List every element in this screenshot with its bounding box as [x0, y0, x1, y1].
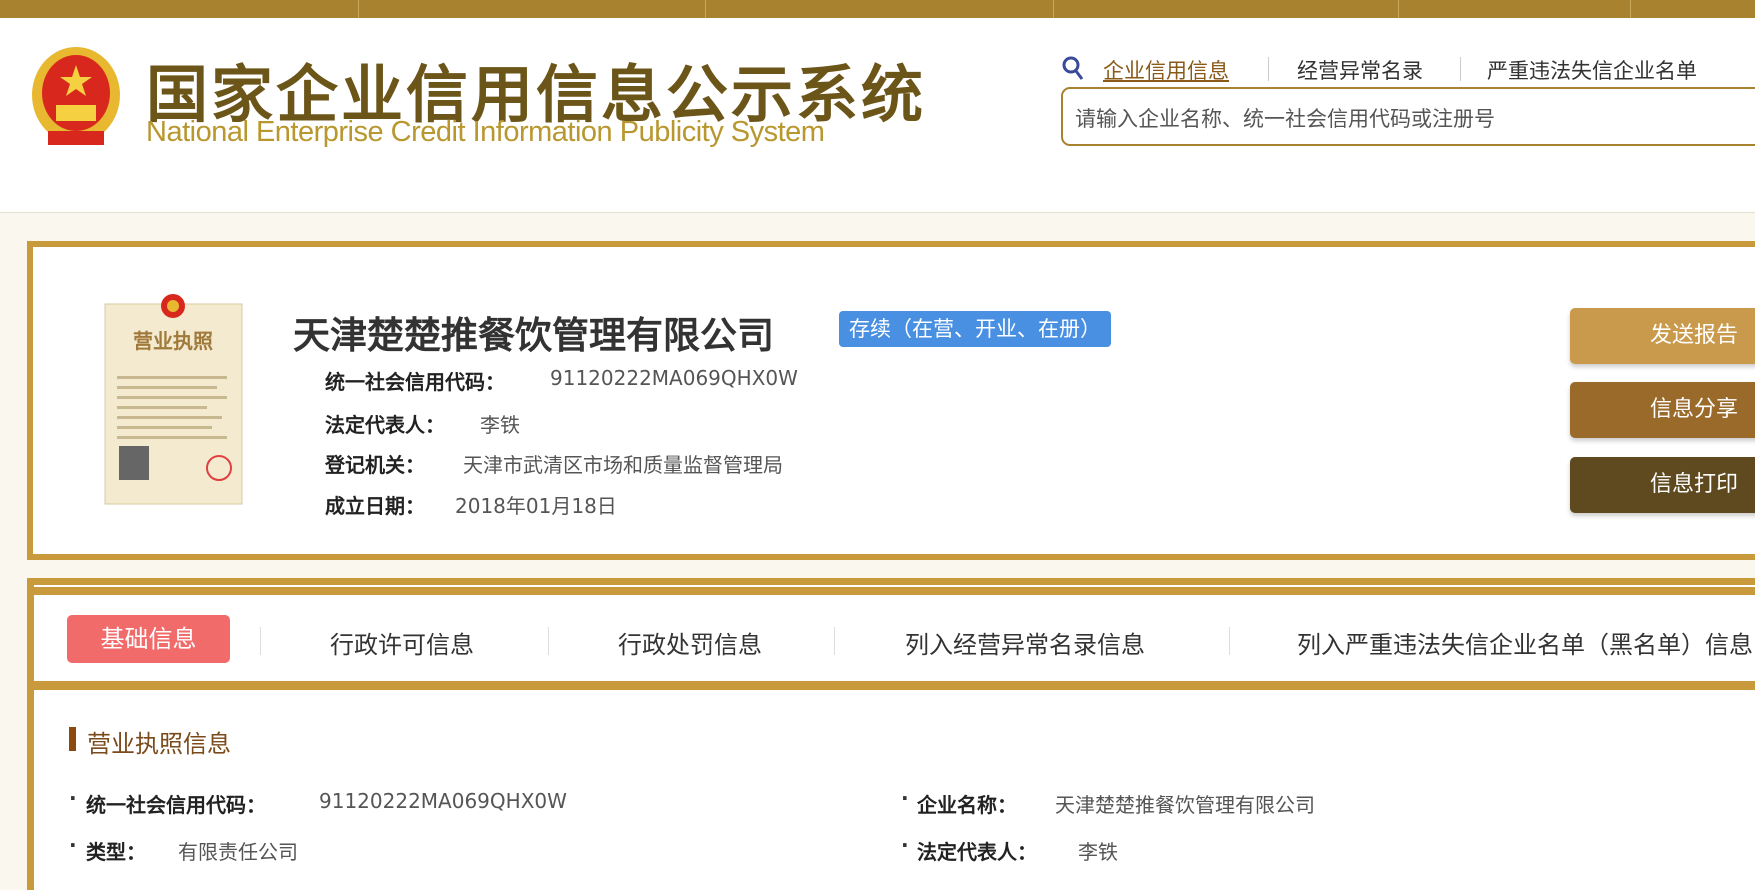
- field-label: 登记机关：: [325, 453, 425, 477]
- divider: [34, 585, 1755, 587]
- send-report-button[interactable]: 发送报告: [1570, 308, 1755, 364]
- section-title: 营业执照信息: [87, 730, 231, 758]
- search-input[interactable]: 请输入企业名称、统一社会信用代码或注册号: [1061, 87, 1755, 146]
- tab-basic-info[interactable]: 基础信息: [67, 615, 230, 663]
- bullet: ·: [69, 786, 77, 810]
- field-label: 成立日期：: [325, 494, 425, 518]
- field-label: 法定代表人：: [917, 840, 1037, 864]
- bullet: ·: [69, 833, 77, 857]
- tab-divider: [1229, 627, 1230, 655]
- field-value: 2018年01月18日: [455, 494, 617, 518]
- tab-divider: [260, 627, 261, 655]
- svg-text:营业执照: 营业执照: [133, 329, 213, 353]
- print-info-button[interactable]: 信息打印: [1570, 457, 1755, 513]
- bullet: ·: [901, 786, 909, 810]
- field-value: 李铁: [480, 413, 520, 437]
- field-label: 统一社会信用代码：: [86, 793, 266, 817]
- company-card: [27, 241, 1755, 560]
- status-badge: 存续（在营、开业、在册）: [839, 311, 1111, 347]
- nav-abnormal-list[interactable]: 经营异常名录: [1297, 55, 1423, 85]
- tab-abnormal-operation[interactable]: 列入经营异常名录信息: [905, 625, 1145, 660]
- field-value: 有限责任公司: [178, 840, 298, 864]
- tab-divider: [548, 627, 549, 655]
- national-emblem-logo: [32, 47, 120, 145]
- share-info-button[interactable]: 信息分享: [1570, 382, 1755, 438]
- tab-divider: [834, 627, 835, 655]
- nav-blacklist[interactable]: 严重违法失信企业名单: [1487, 55, 1697, 85]
- nav-divider: [1268, 57, 1269, 81]
- company-name: 天津楚楚推餐饮管理有限公司: [293, 314, 774, 357]
- field-value: 91120222MA069QHX0W: [550, 366, 798, 390]
- nav-divider: [1460, 57, 1461, 81]
- site-subtitle: National Enterprise Credit Information P…: [146, 116, 825, 148]
- bullet: ·: [901, 833, 909, 857]
- field-value: 李铁: [1078, 840, 1118, 864]
- tab-blacklist[interactable]: 列入严重违法失信企业名单（黑名单）信息: [1297, 625, 1753, 660]
- tab-admin-penalty[interactable]: 行政处罚信息: [618, 625, 762, 660]
- nav-enterprise-credit[interactable]: 企业信用信息: [1103, 55, 1229, 85]
- business-license-thumbnail[interactable]: 营业执照: [101, 286, 246, 510]
- top-bar: [0, 0, 1755, 18]
- section-marker: [69, 727, 76, 751]
- field-value: 天津楚楚推餐饮管理有限公司: [1055, 793, 1315, 817]
- field-label: 法定代表人：: [325, 413, 445, 437]
- search-icon[interactable]: [1062, 56, 1084, 82]
- field-label: 类型：: [86, 840, 146, 864]
- field-label: 企业名称：: [917, 793, 1017, 817]
- field-value: 天津市武清区市场和质量监督管理局: [463, 453, 783, 477]
- field-label: 统一社会信用代码：: [325, 370, 505, 394]
- field-value: 91120222MA069QHX0W: [319, 789, 567, 813]
- tab-admin-license[interactable]: 行政许可信息: [330, 625, 474, 660]
